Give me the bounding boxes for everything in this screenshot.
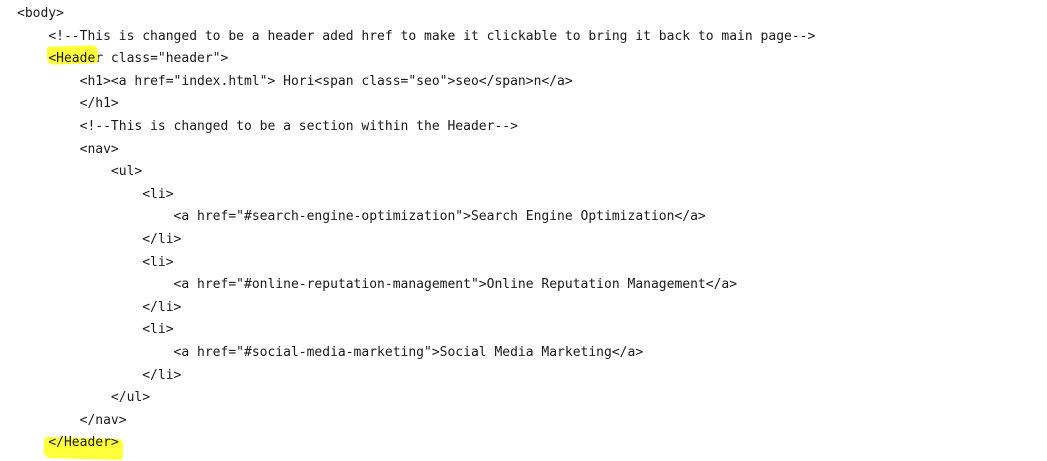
- code-text: </h1>: [79, 96, 119, 112]
- code-line: </ul>: [17, 387, 815, 410]
- code-text: <nav>: [79, 141, 119, 157]
- code-text: </li>: [142, 231, 182, 247]
- code-text: <h1><a href="index.html"> Hori<span clas…: [79, 73, 573, 89]
- code-line: </nav>: [17, 410, 815, 433]
- code-line: <li>: [17, 252, 815, 275]
- highlighted-code-text: </Header>: [48, 435, 119, 451]
- code-text: </nav>: [79, 412, 127, 428]
- code-line: <li>: [17, 319, 815, 342]
- code-line: </h1>: [17, 93, 815, 116]
- code-text: <a href="#search-engine-optimization">Se…: [173, 209, 706, 225]
- code-text: <ul>: [110, 164, 143, 180]
- code-line: </Header>: [17, 432, 815, 455]
- code-line: <a href="#search-engine-optimization">Se…: [17, 206, 815, 229]
- code-listing: <body> <!--This is changed to be a heade…: [17, 3, 815, 455]
- code-line: <h1><a href="index.html"> Hori<span clas…: [17, 71, 815, 94]
- code-text: <!--This is changed to be a header aded …: [48, 28, 816, 44]
- code-text: <li>: [142, 254, 174, 270]
- code-line: <Header class="header">: [17, 48, 815, 71]
- code-line: <nav>: [17, 139, 815, 162]
- code-line: </li>: [17, 229, 815, 252]
- code-text: <body>: [17, 6, 64, 21]
- code-line: <a href="#online-reputation-management">…: [17, 274, 815, 297]
- code-line: <ul>: [17, 161, 815, 184]
- code-text: r class="header">: [95, 51, 229, 67]
- code-text: </li>: [142, 299, 182, 315]
- code-line: <!--This is changed to be a section with…: [17, 116, 815, 139]
- code-text: <li>: [142, 186, 174, 202]
- code-text: </li>: [142, 367, 182, 383]
- code-text: <a href="#social-media-marketing">Social…: [173, 344, 644, 360]
- code-text: <li>: [142, 322, 174, 338]
- highlighted-code-text: <Heade: [48, 51, 96, 67]
- code-text: <a href="#online-reputation-management">…: [173, 277, 738, 293]
- code-line: <a href="#social-media-marketing">Social…: [17, 342, 815, 365]
- code-line: </li>: [17, 365, 815, 388]
- code-line: <li>: [17, 184, 815, 207]
- code-text: <!--This is changed to be a section with…: [79, 118, 518, 134]
- code-line: <body>: [17, 3, 815, 26]
- code-text: </ul>: [110, 390, 151, 406]
- code-line: </li>: [17, 297, 815, 320]
- code-line: <!--This is changed to be a header aded …: [17, 26, 815, 49]
